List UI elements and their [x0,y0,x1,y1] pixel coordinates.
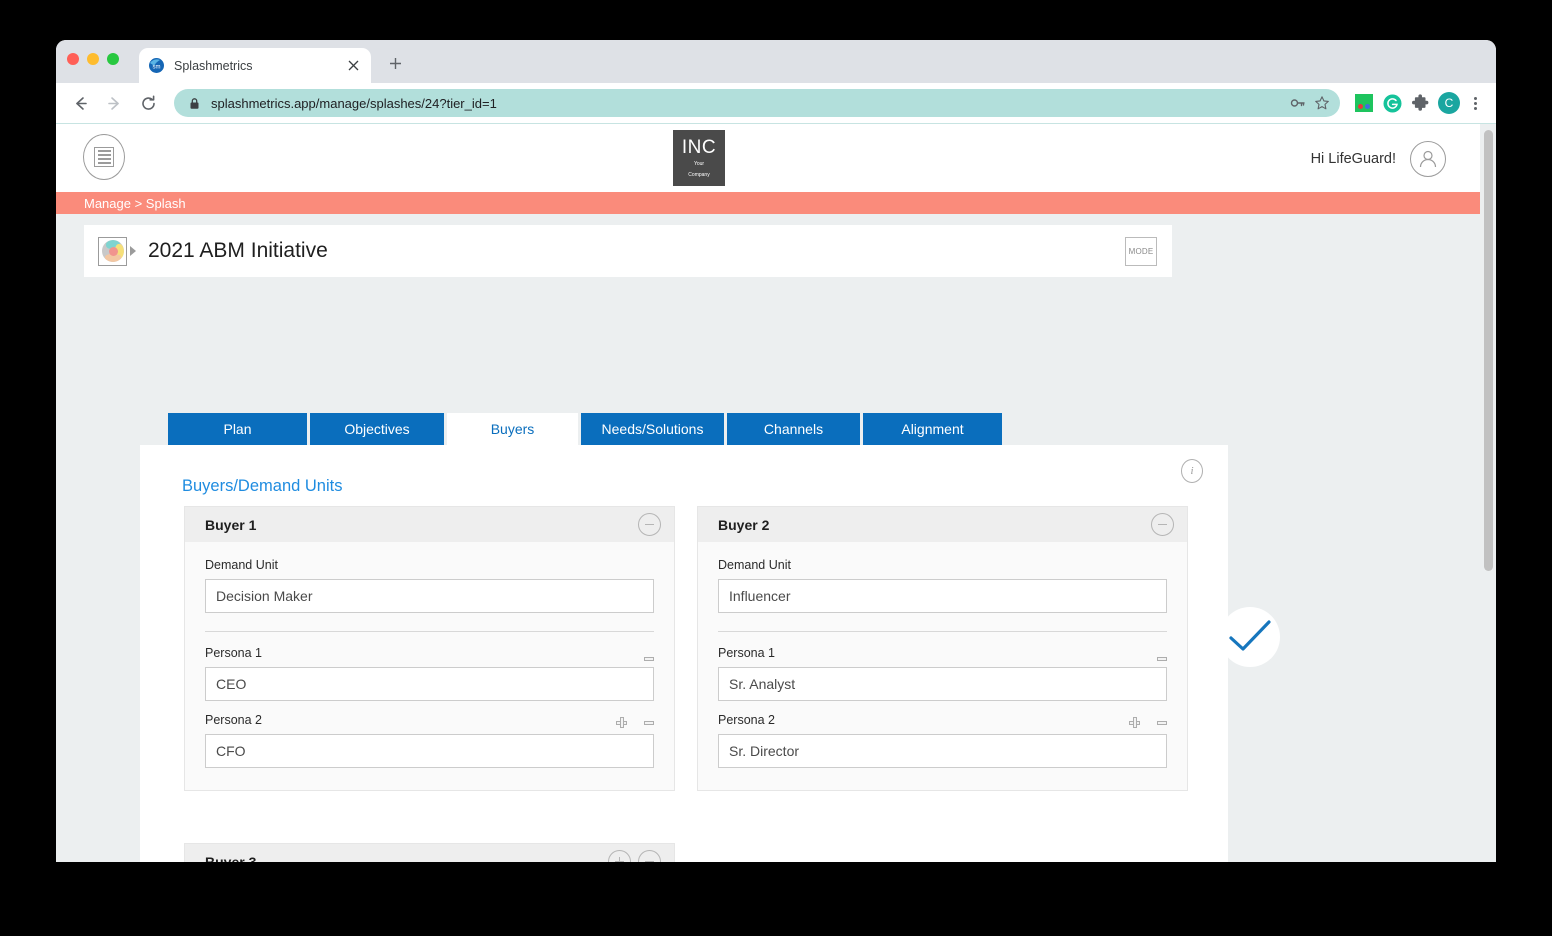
tab-channels[interactable]: Channels [727,413,860,445]
web-page: INC Your Company Hi LifeGuard! Manage > … [56,124,1496,862]
breadcrumb-text[interactable]: Manage > Splash [84,196,186,211]
reload-icon[interactable] [134,89,162,117]
browser-extensions: C [1354,92,1460,114]
close-icon[interactable] [345,57,362,74]
profile-avatar[interactable]: C [1438,92,1460,114]
remove-persona-icon[interactable] [644,657,654,661]
page-title: 2021 ABM Initiative [148,239,328,262]
logo-tagline-2: Company [688,171,710,178]
colorful-extension-icon[interactable] [1354,93,1374,113]
persona-2-label: Persona 2 [205,713,262,727]
section-tabs: Plan Objectives Buyers Needs/Solutions C… [168,413,1002,445]
close-window-button[interactable] [67,53,79,65]
splash-title-card: 2021 ABM Initiative MODE [84,225,1172,277]
demand-unit-label: Demand Unit [718,558,791,572]
demand-unit-input[interactable] [205,579,654,613]
buyer-card-header: Buyer 1 [185,507,674,542]
persona-2-input[interactable] [205,734,654,768]
add-persona-icon[interactable] [1129,717,1140,728]
browser-toolbar: splashmetrics.app/manage/splashes/24?tie… [56,83,1496,124]
browser-tab[interactable]: sm Splashmetrics [139,48,371,83]
persona-2-label: Persona 2 [718,713,775,727]
window-traffic-lights [67,53,119,65]
section-title: Buyers/Demand Units [182,477,343,495]
demand-unit-input[interactable] [718,579,1167,613]
mode-button[interactable]: MODE [1125,237,1157,266]
address-bar[interactable]: splashmetrics.app/manage/splashes/24?tie… [174,89,1340,117]
remove-buyer-button[interactable] [638,850,661,862]
minimize-window-button[interactable] [87,53,99,65]
info-icon[interactable]: i [1181,459,1203,483]
remove-persona-icon[interactable] [644,720,654,725]
persona-1-input[interactable] [718,667,1167,701]
buyer-card-header: Buyer 3 [185,844,674,862]
scrollbar-thumb[interactable] [1484,130,1493,571]
buyer-cards-area: Buyer 1 Demand Unit Perso [184,506,1194,862]
grammarly-icon[interactable] [1382,93,1402,113]
divider [718,631,1167,632]
hamburger-menu-icon[interactable] [83,134,125,180]
persona-1-input[interactable] [205,667,654,701]
user-greeting-area: Hi LifeGuard! [1311,141,1446,177]
buyer-card-title: Buyer 2 [718,516,770,533]
persona-2-input[interactable] [718,734,1167,768]
buyer-card-header: Buyer 2 [698,507,1187,542]
remove-persona-icon[interactable] [1157,720,1167,725]
demand-unit-label: Demand Unit [205,558,278,572]
check-mark-icon [1220,607,1280,667]
company-logo: INC Your Company [673,130,725,186]
url-text: splashmetrics.app/manage/splashes/24?tie… [211,95,497,111]
forward-arrow-icon[interactable] [100,89,128,117]
buyers-content-panel: i Buyers/Demand Units Buyer 1 Demand Uni… [140,445,1228,862]
remove-buyer-button[interactable] [1151,513,1174,536]
buyer-card: Buyer 1 Demand Unit Perso [184,506,675,791]
browser-tab-title: Splashmetrics [174,58,253,73]
logo-tagline-1: Your [693,161,705,168]
breadcrumb: Manage > Splash [56,192,1480,214]
lock-icon [188,97,201,110]
buyer-card: Buyer 2 Demand Unit Perso [697,506,1188,791]
divider [205,631,654,632]
logo-name: INC [681,137,717,159]
splash-status-icon [98,236,127,266]
tab-buyers[interactable]: Buyers [447,413,578,445]
persona-1-label: Persona 1 [718,646,775,660]
persona-1-label: Persona 1 [205,646,262,660]
puzzle-extensions-icon[interactable] [1410,93,1430,113]
buyer-card-body: Demand Unit Persona 1 [185,542,674,790]
remove-persona-icon[interactable] [1157,657,1167,661]
buyer-card: Buyer 3 Demand Unit [184,843,675,862]
back-arrow-icon[interactable] [66,89,94,117]
tab-objectives[interactable]: Objectives [310,413,444,445]
app-header: INC Your Company Hi LifeGuard! [56,124,1480,192]
tab-needs-solutions[interactable]: Needs/Solutions [581,413,724,445]
add-persona-icon[interactable] [616,717,627,728]
star-bookmark-icon[interactable] [1310,91,1334,115]
three-dot-menu-icon[interactable] [1464,96,1486,110]
browser-window: sm Splashmetrics splashmetrics.app/manag… [56,40,1496,862]
add-buyer-button[interactable] [608,850,631,862]
user-avatar-icon[interactable] [1410,141,1446,177]
buyer-card-body: Demand Unit Persona 1 [698,542,1187,790]
greeting-text: Hi LifeGuard! [1310,151,1396,167]
splashmetrics-favicon: sm [148,57,165,74]
page-scrollbar[interactable] [1481,124,1496,862]
tab-alignment[interactable]: Alignment [863,413,1002,445]
tab-plan[interactable]: Plan [168,413,307,445]
chevron-right-icon [130,246,136,256]
browser-tabstrip: sm Splashmetrics [56,40,1496,83]
maximize-window-button[interactable] [107,53,119,65]
remove-buyer-button[interactable] [638,513,661,536]
new-tab-button[interactable] [382,50,408,76]
buyer-card-title: Buyer 3 [205,853,257,863]
buyer-card-title: Buyer 1 [205,516,257,533]
svg-text:sm: sm [153,65,161,71]
key-icon[interactable] [1286,91,1310,115]
